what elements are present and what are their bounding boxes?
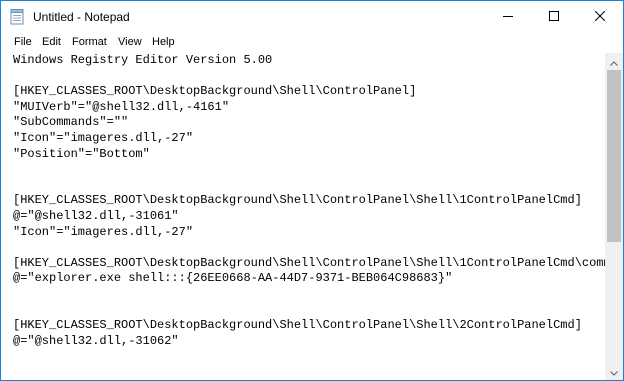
text-line[interactable] (13, 69, 605, 85)
text-line[interactable] (13, 162, 605, 178)
notepad-icon[interactable] (10, 9, 24, 25)
text-line[interactable]: "Position"="Bottom" (13, 147, 605, 163)
text-line[interactable]: [HKEY_CLASSES_ROOT\DesktopBackground\She… (13, 256, 605, 272)
window-title: Untitled - Notepad (33, 10, 130, 24)
text-line[interactable]: @="@shell32.dll,-31061" (13, 209, 605, 225)
text-line[interactable] (13, 287, 605, 303)
menu-bar: File Edit Format View Help (1, 32, 623, 54)
text-line[interactable]: "Icon"="imageres.dll,-27" (13, 225, 605, 241)
text-line[interactable]: Windows Registry Editor Version 5.00 (13, 53, 605, 69)
close-icon (594, 8, 606, 26)
minimize-button[interactable] (485, 1, 531, 32)
menu-file[interactable]: File (14, 35, 32, 49)
text-line[interactable]: "Icon"="imageres.dll,-27" (13, 131, 605, 147)
text-line[interactable]: "MUIVerb"="@shell32.dll,-4161" (13, 100, 605, 116)
menu-format[interactable]: Format (72, 35, 107, 49)
close-button[interactable] (577, 1, 623, 32)
text-line[interactable] (13, 178, 605, 194)
text-line[interactable] (13, 240, 605, 256)
maximize-icon (549, 8, 559, 26)
maximize-button[interactable] (531, 1, 577, 32)
notepad-window: Untitled - Notepad File Edit Format View… (0, 0, 624, 381)
menu-view[interactable]: View (118, 35, 142, 49)
text-line[interactable]: @="@shell32.dll,-31062" (13, 334, 605, 350)
scroll-up-button[interactable] (605, 53, 623, 70)
text-editor[interactable]: Windows Registry Editor Version 5.00 [HKE… (1, 53, 605, 380)
scroll-down-button[interactable] (605, 363, 623, 380)
chevron-down-icon (610, 363, 618, 381)
text-line[interactable]: @="explorer.exe shell:::{26EE0668-AA-44D… (13, 271, 605, 287)
text-line[interactable] (13, 303, 605, 319)
menu-help[interactable]: Help (152, 35, 175, 49)
vertical-scrollbar[interactable] (605, 53, 623, 380)
chevron-up-icon (610, 53, 618, 71)
title-bar[interactable]: Untitled - Notepad (1, 1, 623, 32)
scrollbar-thumb[interactable] (607, 70, 621, 242)
text-line[interactable]: [HKEY_CLASSES_ROOT\DesktopBackground\She… (13, 193, 605, 209)
minimize-icon (503, 8, 513, 26)
text-line[interactable]: [HKEY_CLASSES_ROOT\DesktopBackground\She… (13, 84, 605, 100)
menu-edit[interactable]: Edit (42, 35, 61, 49)
editor-content[interactable]: Windows Registry Editor Version 5.00 [HKE… (13, 53, 605, 349)
text-line[interactable]: [HKEY_CLASSES_ROOT\DesktopBackground\She… (13, 318, 605, 334)
text-line[interactable]: "SubCommands"="" (13, 115, 605, 131)
